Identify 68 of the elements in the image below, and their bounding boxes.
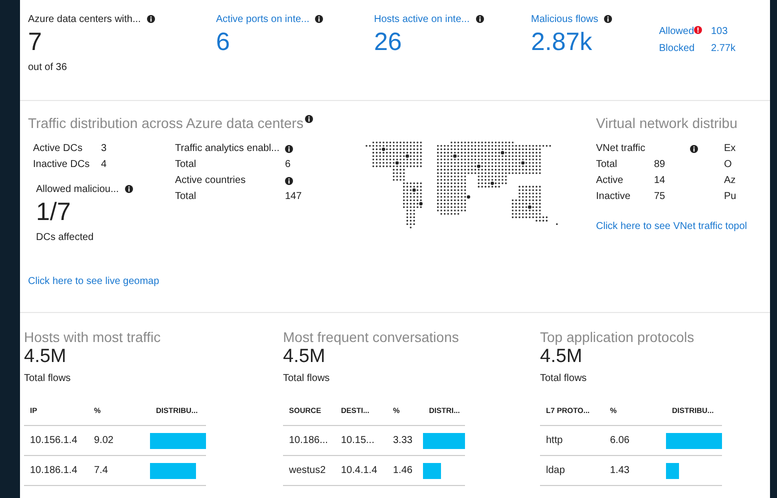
section-title: Traffic distribution across Azure data centers	[28, 115, 304, 131]
total-value: 4.5M	[283, 345, 326, 369]
table-cell: 10.156.1.4	[24, 426, 88, 456]
total-label: Total flows	[540, 373, 588, 384]
tile-label[interactable]: Hosts active on inte...	[374, 14, 470, 24]
tile-value: 2.87k	[531, 27, 594, 58]
stat-label: Inactive	[596, 191, 632, 202]
stat-heading: VNet traffic	[596, 143, 646, 154]
stat-label: Total	[596, 159, 618, 170]
info-icon	[604, 15, 612, 23]
tile-value: 26	[374, 27, 403, 58]
total-label: Total flows	[283, 373, 331, 384]
stat-value: 147	[285, 191, 303, 202]
flow-label[interactable]: Blocked	[659, 43, 695, 54]
stat-label: Active DCs	[33, 143, 84, 154]
total-label: Total flows	[24, 373, 72, 384]
stat-label: Total	[175, 159, 198, 170]
table-cell: 10.186.1.4	[24, 456, 88, 486]
metric-note: DCs affected	[36, 232, 95, 243]
tile-value: 7	[28, 27, 43, 58]
info-icon	[476, 15, 484, 23]
stat-value: 3	[101, 143, 108, 154]
column-text: Ex	[723, 143, 737, 154]
stat-value: 4	[101, 159, 108, 170]
stat-value: 6	[285, 159, 292, 170]
section-title: Hosts with most traffic	[24, 329, 162, 345]
info-icon	[124, 185, 133, 193]
tile-value: 6	[216, 27, 231, 58]
table-cell: 10.186...	[283, 426, 335, 456]
section-title: Most frequent conversations	[283, 329, 460, 345]
column-text: O	[723, 159, 733, 170]
info-icon	[305, 115, 314, 123]
metric-value: 1/7	[36, 197, 72, 228]
stat-value: 89	[654, 159, 666, 170]
stat-label: Active	[596, 175, 624, 186]
total-value: 4.5M	[540, 345, 584, 369]
info-icon	[315, 15, 324, 23]
tile-label[interactable]: Active ports on inte...	[216, 14, 310, 24]
stat-value: 14	[654, 175, 666, 186]
info-icon	[146, 15, 155, 23]
metric-label: Allowed maliciou...	[36, 184, 119, 194]
section-title: Virtual network distribu	[596, 115, 738, 131]
tile-label: Azure data centers with...	[28, 14, 141, 24]
flow-value[interactable]: 2.77k	[711, 43, 770, 54]
flow-value[interactable]: 103	[711, 26, 770, 37]
table-cell: http	[540, 426, 604, 456]
tile-label[interactable]: Malicious flows	[531, 14, 598, 24]
stat-heading: Traffic analytics enabl...	[175, 143, 280, 154]
table-cell: 10.15...	[335, 426, 387, 456]
info-icon	[285, 144, 293, 152]
table-cell: 10.4.1.4	[335, 456, 387, 486]
column-text: Az	[723, 175, 737, 186]
table-cell: ldap	[540, 456, 604, 486]
info-icon	[690, 144, 698, 152]
stat-value: 75	[654, 191, 666, 202]
flow-label[interactable]: Allowed	[659, 26, 702, 37]
topology-link[interactable]: Click here to see VNet traffic topol	[596, 221, 747, 232]
tile-note: out of 36	[28, 62, 68, 73]
total-value: 4.5M	[24, 345, 68, 369]
column-text: Pu	[723, 191, 738, 202]
stat-label: Inactive DCs	[33, 159, 91, 170]
alert-icon	[694, 26, 702, 34]
info-icon	[285, 176, 293, 184]
table-cell: westus2	[283, 456, 335, 486]
stat-label: Total	[175, 191, 198, 202]
geomap-link[interactable]: Click here to see live geomap	[28, 276, 160, 287]
section-title: Top application protocols	[540, 329, 696, 345]
stat-heading: Active countries	[175, 175, 247, 186]
